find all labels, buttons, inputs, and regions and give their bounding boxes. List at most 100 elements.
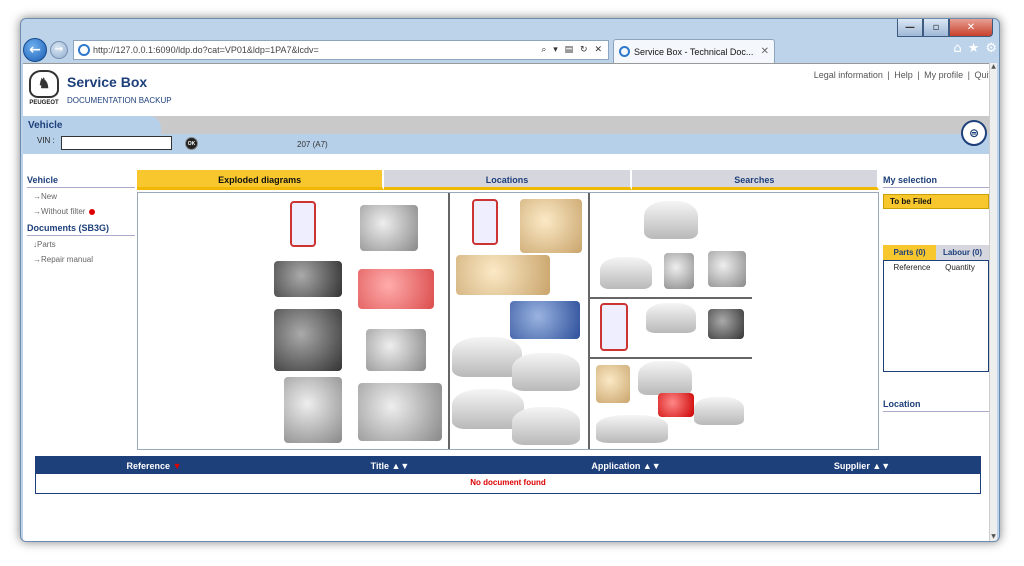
- vehicle-tab: Vehicle: [23, 116, 161, 134]
- parts-label[interactable]: Parts: [37, 240, 56, 249]
- wiring-icon[interactable]: [600, 303, 628, 351]
- parts-link[interactable]: ↓ Parts: [27, 236, 135, 251]
- scroll-up-icon[interactable]: ▲: [990, 63, 997, 73]
- car-view-icon[interactable]: [638, 361, 692, 395]
- col-header-title[interactable]: Title ▲▼: [272, 461, 508, 471]
- legal-link[interactable]: Legal information: [814, 70, 883, 80]
- link-separator: |: [887, 70, 890, 80]
- row-divider: [590, 357, 752, 359]
- new-label[interactable]: New: [41, 192, 57, 201]
- ie-icon: [78, 44, 90, 56]
- suspension-icon[interactable]: [360, 205, 418, 251]
- car-underbody-icon[interactable]: [512, 353, 580, 391]
- tab-locations[interactable]: Locations: [384, 170, 632, 190]
- tab-exploded-diagrams[interactable]: Exploded diagrams: [137, 170, 385, 190]
- row-divider: [590, 297, 752, 299]
- lion-icon: ♞: [29, 70, 59, 98]
- back-button[interactable]: ←: [23, 38, 47, 62]
- scroll-down-icon[interactable]: ▼: [990, 533, 997, 541]
- search-tool-icon[interactable]: [664, 253, 694, 289]
- browser-window: — ▫ ✕ ← → http://127.0.0.1:6090/ldp.do?c…: [20, 18, 1000, 542]
- sort-icon[interactable]: ▲▼: [872, 461, 890, 471]
- col-header-reference-label[interactable]: Reference: [127, 461, 171, 471]
- favorites-icon[interactable]: ★: [968, 41, 980, 56]
- location-heading: Location: [883, 396, 989, 412]
- col-quantity: Quantity: [945, 263, 975, 272]
- car-rear-icon[interactable]: [512, 407, 580, 445]
- browser-tab[interactable]: Service Box - Technical Doc... ✕: [613, 39, 775, 63]
- gear-icon[interactable]: ⚙: [985, 41, 997, 56]
- sort-desc-icon[interactable]: ▼: [173, 461, 182, 471]
- brakes-icon[interactable]: [366, 329, 426, 371]
- page-title: Service Box: [67, 74, 148, 90]
- to-be-filed-label[interactable]: To be Filed: [883, 194, 989, 209]
- sort-icon[interactable]: ▲▼: [392, 461, 410, 471]
- brand-name: PEUGEOT: [29, 100, 59, 106]
- vin-input[interactable]: [61, 136, 172, 150]
- ie-tab-icon: [619, 46, 630, 57]
- close-window-button[interactable]: ✕: [949, 19, 993, 37]
- search-car-question-icon[interactable]: [644, 201, 698, 239]
- right-panel: My selection To be Filed Parts (0) Labou…: [883, 172, 989, 412]
- col-reference: Reference: [893, 263, 931, 272]
- fuel-system-icon[interactable]: [274, 261, 342, 297]
- tab-close-icon[interactable]: ✕: [761, 46, 774, 57]
- page-content: ♞ PEUGEOT Service Box DOCUMENTATION BACK…: [23, 63, 991, 541]
- airbag-icon[interactable]: [596, 365, 630, 403]
- axle-icon[interactable]: [358, 383, 442, 441]
- window-controls: — ▫ ✕: [897, 19, 993, 37]
- towbar-icon[interactable]: [708, 251, 746, 287]
- col-header-reference[interactable]: Reference ▼: [36, 461, 272, 471]
- basket-icon[interactable]: ⊜: [961, 120, 987, 146]
- home-icon[interactable]: ⌂: [953, 41, 961, 56]
- link-separator: |: [967, 70, 970, 80]
- car-front-icon[interactable]: [510, 301, 580, 339]
- minimize-button[interactable]: —: [897, 19, 923, 37]
- springs-icon[interactable]: [358, 269, 434, 309]
- help-link[interactable]: Help: [894, 70, 913, 80]
- wrench-diagram-icon[interactable]: [290, 201, 316, 247]
- repair-manual-link[interactable]: → Repair manual: [27, 251, 135, 266]
- battery-icon[interactable]: [708, 309, 744, 339]
- sort-icon[interactable]: ▲▼: [643, 461, 661, 471]
- sensor-car-icon[interactable]: [694, 397, 744, 425]
- column-divider: [588, 193, 590, 449]
- horn-icon[interactable]: [658, 393, 694, 417]
- address-url[interactable]: http://127.0.0.1:6090/ldp.do?cat=VP01&ld…: [93, 45, 541, 55]
- page-scrollbar[interactable]: ▲ ▼: [989, 63, 997, 541]
- browser-navbar: ← → http://127.0.0.1:6090/ldp.do?cat=VP0…: [21, 37, 999, 63]
- ok-button[interactable]: OK: [185, 137, 198, 150]
- tab-title: Service Box - Technical Doc...: [634, 46, 754, 57]
- profile-link[interactable]: My profile: [924, 70, 963, 80]
- seat-icon[interactable]: [520, 199, 582, 253]
- engine-icon[interactable]: [274, 309, 342, 371]
- without-filter-link[interactable]: → Without filter: [27, 203, 135, 218]
- vehicle-model: 207 (A7): [297, 140, 328, 149]
- repair-manual-label[interactable]: Repair manual: [41, 255, 93, 264]
- red-dot-icon: [89, 208, 96, 215]
- electric-car-icon[interactable]: [646, 303, 696, 333]
- forward-button[interactable]: →: [50, 41, 68, 59]
- link-separator: |: [917, 70, 920, 80]
- selection-table: Reference Quantity: [883, 260, 989, 372]
- col-header-title-label[interactable]: Title: [371, 461, 389, 471]
- address-bar[interactable]: http://127.0.0.1:6090/ldp.do?cat=VP01&ld…: [73, 40, 609, 60]
- location-diagram-icon[interactable]: [472, 199, 498, 245]
- col-header-supplier-label[interactable]: Supplier: [834, 461, 870, 471]
- search-car-icon[interactable]: [600, 257, 652, 289]
- address-tools[interactable]: ⌕ ▾ ▤ ↻ ✕: [541, 45, 608, 55]
- new-link[interactable]: → New: [27, 188, 135, 203]
- col-header-supplier[interactable]: Supplier ▲▼: [744, 461, 980, 471]
- car-outline-icon[interactable]: [596, 415, 668, 443]
- col-header-application-label[interactable]: Application: [591, 461, 640, 471]
- tab-labour[interactable]: Labour (0): [936, 245, 989, 260]
- dashboard-icon[interactable]: [456, 255, 550, 295]
- tab-searches[interactable]: Searches: [631, 170, 879, 190]
- maximize-button[interactable]: ▫: [923, 19, 949, 37]
- selection-tabs: Parts (0) Labour (0): [883, 245, 989, 260]
- gearbox-icon[interactable]: [284, 377, 342, 443]
- col-header-application[interactable]: Application ▲▼: [508, 461, 744, 471]
- vin-label: VIN :: [37, 136, 55, 145]
- tab-parts[interactable]: Parts (0): [883, 245, 936, 260]
- without-filter-label[interactable]: Without filter: [41, 207, 85, 216]
